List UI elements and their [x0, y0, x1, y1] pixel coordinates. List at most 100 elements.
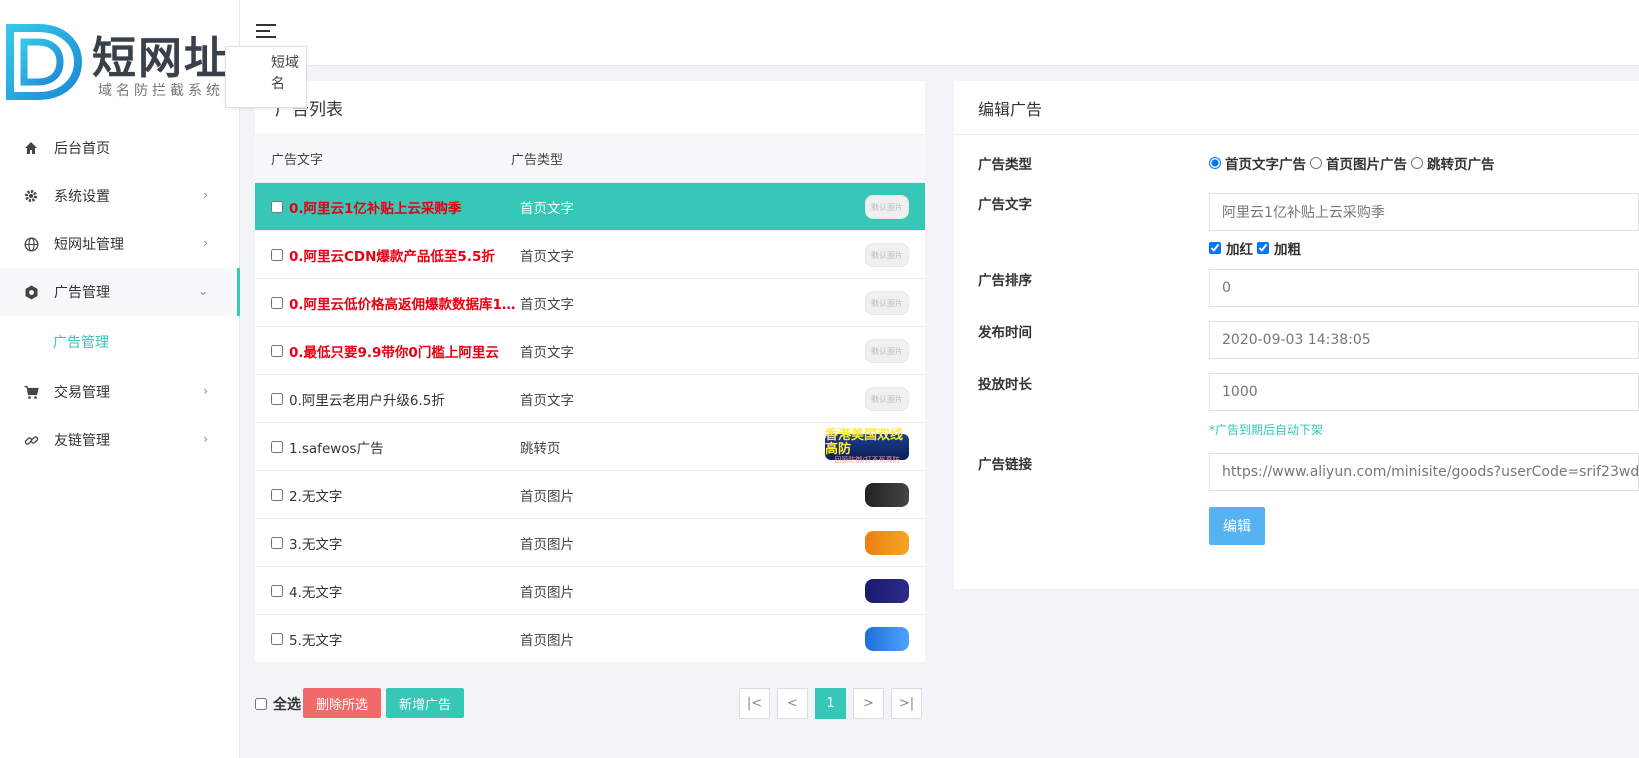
ad-type: 首页文字: [520, 296, 574, 313]
table-header: 广告文字 广告类型: [255, 135, 925, 183]
page-next-button[interactable]: >: [853, 688, 884, 719]
page-last-button[interactable]: >|: [891, 688, 922, 719]
check-bold[interactable]: 加粗: [1257, 238, 1301, 258]
ad-list-panel: 广告列表 广告文字 广告类型 0.阿里云1亿补贴上云采购季 首页文字 默认图片 …: [255, 81, 925, 663]
table-row[interactable]: 0.最低只要9.9带你0门槛上阿里云 首页文字 默认图片: [255, 327, 925, 375]
row-checkbox[interactable]: [271, 200, 283, 213]
chevron-right-icon: ›: [203, 188, 208, 202]
sidebar-item-home[interactable]: 后台首页: [0, 124, 240, 172]
ad-list-title: 广告列表: [255, 81, 925, 135]
gear-icon: [22, 187, 40, 205]
ad-text: 2.无文字: [289, 488, 343, 505]
radio-home-text-input[interactable]: [1209, 157, 1221, 169]
row-checkbox[interactable]: [271, 248, 283, 261]
ad-text: 3.无文字: [289, 536, 343, 553]
radio-home-image[interactable]: 首页图片广告: [1310, 153, 1407, 173]
check-red-input[interactable]: [1209, 242, 1221, 254]
table-row[interactable]: 0.阿里云CDN爆款产品低至5.5折 首页文字 默认图片: [255, 231, 925, 279]
table-row[interactable]: 2.无文字 首页图片: [255, 471, 925, 519]
table-row[interactable]: 1.safewos广告 跳转页 香港美国双线高防 回源防御/打不死高防: [255, 423, 925, 471]
table-row[interactable]: 3.无文字 首页图片: [255, 519, 925, 567]
edit-ad-title: 编辑广告: [954, 81, 1639, 135]
sidebar-item-label: 友链管理: [54, 433, 110, 449]
publish-time-input[interactable]: 2020-09-03 14:38:05: [1209, 321, 1639, 359]
logo[interactable]: 短网址 域名防拦截系统: [0, 0, 240, 110]
menu-toggle-icon[interactable]: [256, 24, 276, 38]
ad-thumbnail[interactable]: 默认图片: [865, 387, 909, 411]
table-row[interactable]: 0.阿里云老用户升级6.5折 首页文字 默认图片: [255, 375, 925, 423]
table-row[interactable]: 5.无文字 首页图片: [255, 615, 925, 663]
select-all-checkbox[interactable]: [255, 698, 267, 710]
sidebar-item-label: 广告管理: [54, 285, 110, 301]
row-checkbox[interactable]: [271, 296, 283, 309]
ad-thumbnail[interactable]: 默认图片: [865, 195, 909, 219]
check-label: 加粗: [1274, 242, 1301, 258]
row-checkbox[interactable]: [271, 536, 283, 549]
ad-link-input[interactable]: https://www.aliyun.com/minisite/goods?us…: [1209, 453, 1639, 491]
check-bold-input[interactable]: [1257, 242, 1269, 254]
ad-image-thumbnail[interactable]: [865, 531, 909, 555]
ad-text: 0.阿里云低价格高返佣爆款数据库1折起: [289, 296, 518, 313]
table-row[interactable]: 4.无文字 首页图片: [255, 567, 925, 615]
link-icon: [22, 431, 40, 449]
ad-text: 4.无文字: [289, 584, 343, 601]
row-checkbox[interactable]: [271, 584, 283, 597]
row-checkbox[interactable]: [271, 440, 283, 453]
sidebar-nav: 后台首页 系统设置 › 短网址管理 › 广告管理 ⌄ 广告管理 交易管理 › 友…: [0, 124, 240, 464]
sidebar-item-ad-management[interactable]: 广告管理 ⌄: [0, 268, 240, 316]
ad-order-label: 广告排序: [978, 273, 1032, 289]
row-checkbox[interactable]: [271, 632, 283, 645]
ad-image-thumbnail[interactable]: [865, 483, 909, 507]
ad-text: 0.阿里云1亿补贴上云采购季: [289, 200, 462, 217]
select-all-label: 全选: [273, 697, 301, 713]
banner-title: 香港美国双线高防: [825, 427, 904, 458]
table-row[interactable]: 0.阿里云1亿补贴上云采购季 首页文字 默认图片: [255, 183, 925, 231]
top-bar: [240, 0, 1639, 66]
ad-image-thumbnail[interactable]: [865, 627, 909, 651]
sidebar-item-short-url[interactable]: 短网址管理 ›: [0, 220, 240, 268]
ad-thumbnail[interactable]: 默认图片: [865, 291, 909, 315]
ad-text-label: 广告文字: [978, 197, 1032, 213]
ad-text: 0.阿里云CDN爆款产品低至5.5折: [289, 248, 495, 265]
chevron-down-icon: ⌄: [197, 284, 208, 298]
radio-home-image-input[interactable]: [1310, 157, 1322, 169]
select-all[interactable]: 全选: [255, 694, 301, 714]
page-first-button[interactable]: |<: [739, 688, 770, 719]
sidebar-subitem-ad-management[interactable]: 广告管理: [0, 316, 240, 368]
ad-thumbnail[interactable]: 默认图片: [865, 339, 909, 363]
row-checkbox[interactable]: [271, 344, 283, 357]
add-ad-button[interactable]: 新增广告: [386, 688, 464, 718]
pagination: |< < 1 > >|: [739, 688, 922, 719]
logo-subtitle: 域名防拦截系统: [98, 83, 224, 99]
ad-text-input[interactable]: 阿里云1亿补贴上云采购季: [1209, 193, 1639, 231]
ad-order-input[interactable]: 0: [1209, 269, 1639, 307]
ad-text: 0.最低只要9.9带你0门槛上阿里云: [289, 344, 499, 361]
sidebar-item-transactions[interactable]: 交易管理 ›: [0, 368, 240, 416]
edit-submit-button[interactable]: 编辑: [1209, 507, 1265, 545]
radio-home-text[interactable]: 首页文字广告: [1209, 153, 1306, 173]
sidebar-item-label: 交易管理: [54, 385, 110, 401]
row-checkbox[interactable]: [271, 488, 283, 501]
row-checkbox[interactable]: [271, 392, 283, 405]
delete-selected-button[interactable]: 删除所选: [303, 688, 381, 718]
logo-title: 短网址: [92, 33, 230, 84]
radio-redirect-input[interactable]: [1411, 157, 1423, 169]
radio-redirect[interactable]: 跳转页广告: [1411, 153, 1495, 173]
duration-input[interactable]: 1000: [1209, 373, 1639, 411]
ad-type: 首页图片: [520, 536, 574, 553]
ad-type: 首页图片: [520, 584, 574, 601]
ad-text: 1.safewos广告: [289, 440, 384, 457]
banner-subtitle: 回源防御/打不死高防: [834, 456, 900, 465]
ad-thumbnail[interactable]: 默认图片: [865, 243, 909, 267]
home-icon: [22, 139, 40, 157]
sidebar-item-friend-links[interactable]: 友链管理 ›: [0, 416, 240, 464]
check-red[interactable]: 加红: [1209, 238, 1253, 258]
sidebar-item-system-settings[interactable]: 系统设置 ›: [0, 172, 240, 220]
edit-ad-panel: 编辑广告 广告类型 首页文字广告 首页图片广告 跳转页广告 广告文字 阿里云1亿…: [954, 81, 1639, 589]
page-current-button[interactable]: 1: [815, 688, 846, 719]
page-prev-button[interactable]: <: [777, 688, 808, 719]
table-row[interactable]: 0.阿里云低价格高返佣爆款数据库1折起 首页文字 默认图片: [255, 279, 925, 327]
ad-image-thumbnail[interactable]: [865, 579, 909, 603]
ad-text: 0.阿里云老用户升级6.5折: [289, 392, 445, 409]
ad-banner-thumbnail[interactable]: 香港美国双线高防 回源防御/打不死高防: [825, 428, 909, 464]
